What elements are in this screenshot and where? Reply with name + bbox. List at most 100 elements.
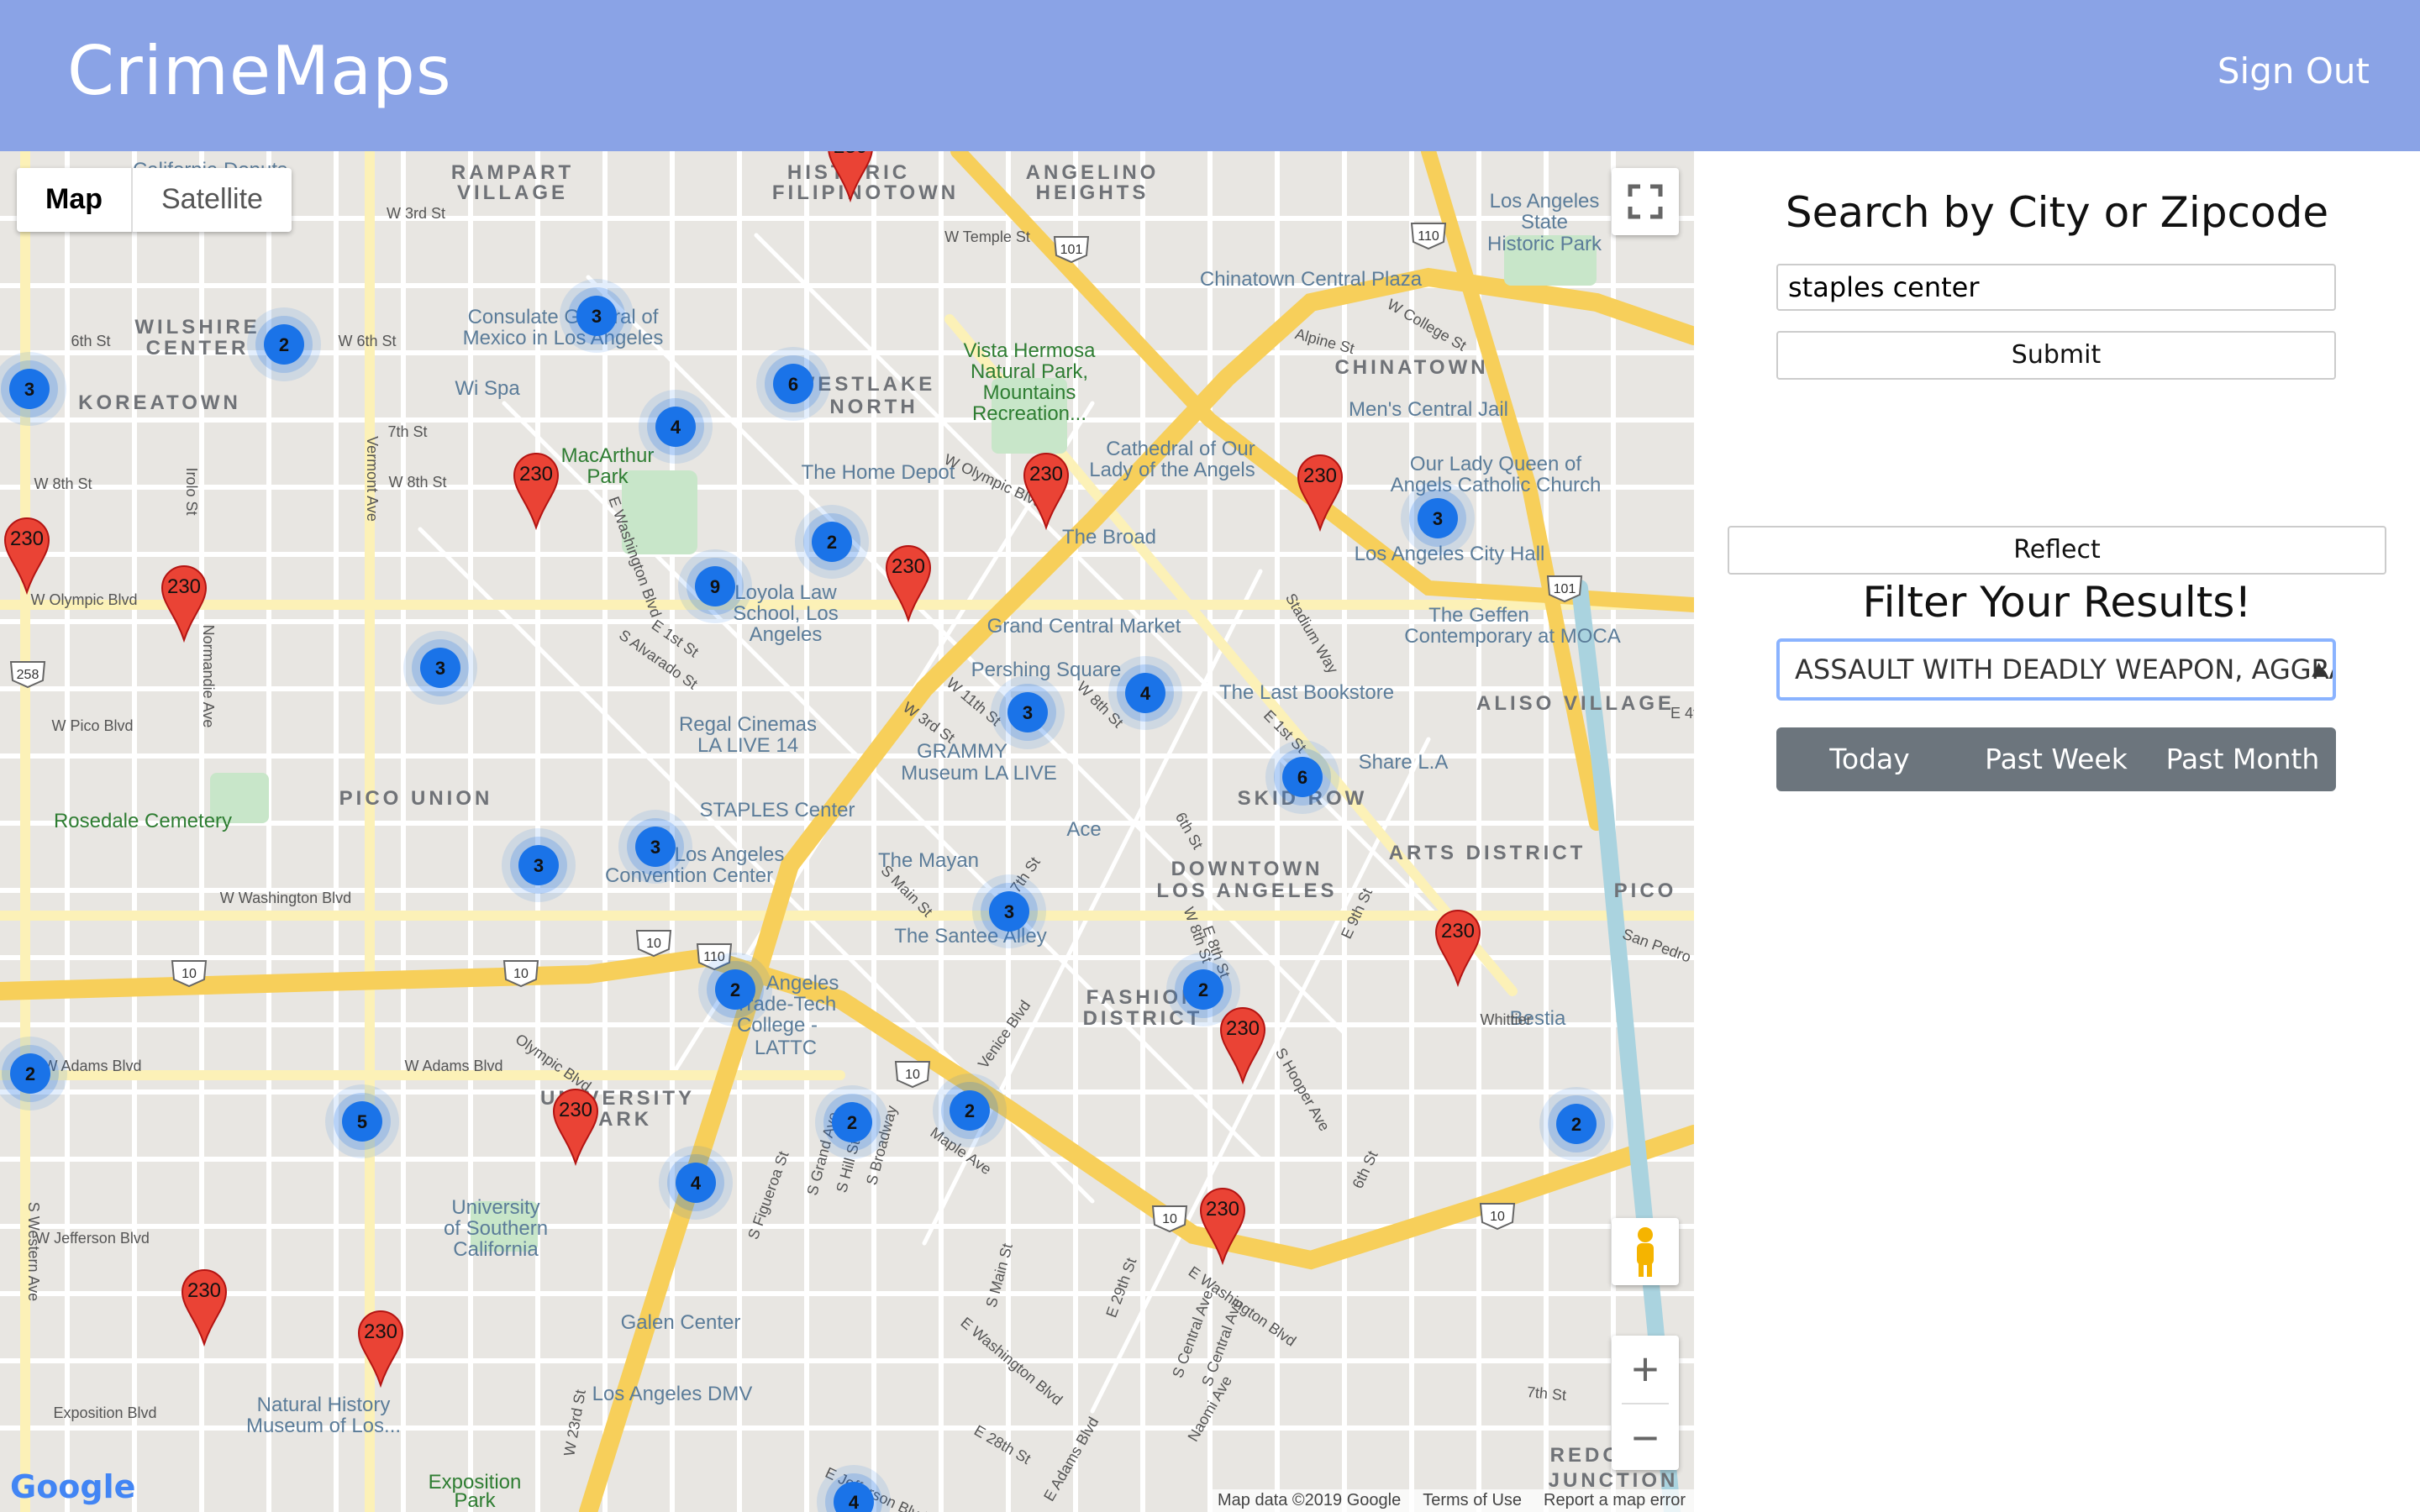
street-view-pegman-button[interactable] — [1612, 1218, 1679, 1285]
cluster-marker[interactable]: 2 — [815, 1085, 889, 1159]
crime-pin-marker[interactable]: 230 — [513, 453, 560, 531]
cluster-count: 6 — [788, 374, 798, 395]
map-label: 7th St — [1526, 1383, 1567, 1404]
crime-pin-marker[interactable]: 230 — [3, 517, 50, 596]
map-label: S Main St — [982, 1242, 1016, 1310]
report-map-error-link[interactable]: Report a map error — [1544, 1491, 1686, 1510]
highway-shield-label: 258 — [17, 668, 39, 682]
cluster-marker[interactable]: 2 — [795, 505, 869, 579]
pin-label: 230 — [1303, 465, 1337, 487]
cluster-count: 2 — [1571, 1114, 1581, 1135]
cluster-marker[interactable]: 2 — [933, 1074, 1007, 1147]
map-label: W Jefferson Blvd — [35, 1230, 150, 1247]
map-label: RAMPART — [451, 161, 574, 184]
map-label: 6th St — [1349, 1148, 1381, 1191]
crime-type-select[interactable]: ASSAULT WITH DEADLY WEAPON, AGGRAVATED A… — [1776, 638, 2336, 701]
cluster-marker[interactable]: 3 — [502, 828, 576, 902]
cluster-count: 2 — [730, 979, 740, 1000]
map-canvas[interactable]: California DonutsRAMPARTVILLAGEHISTORICF… — [0, 151, 1694, 1512]
cluster-count: 2 — [827, 532, 837, 553]
map-label: Los Angeles — [1490, 190, 1600, 213]
map-label: Museum of Los... — [246, 1415, 401, 1437]
app-header: CrimeMaps Sign Out — [0, 0, 2420, 151]
cluster-marker[interactable]: 2 — [1539, 1087, 1613, 1161]
map-label: DOWNTOWN — [1171, 858, 1323, 880]
search-input[interactable]: staples center — [1776, 264, 2336, 311]
cluster-count: 4 — [849, 1492, 860, 1512]
map-label: E 29th St — [1102, 1256, 1139, 1320]
pin-label: 230 — [167, 575, 201, 598]
cluster-count: 2 — [965, 1100, 975, 1121]
past-week-button[interactable]: Past Week — [1963, 727, 2149, 791]
map-label: Park — [454, 1489, 496, 1512]
map-label: San Pedro St — [1620, 926, 1694, 972]
search-title: Search by City or Zipcode — [1785, 188, 2329, 237]
cluster-marker[interactable]: 4 — [1108, 656, 1182, 730]
crime-pin-marker[interactable]: 230 — [552, 1089, 599, 1167]
map-label: Los Angeles DMV — [592, 1383, 753, 1405]
cluster-count: 3 — [1004, 901, 1014, 922]
cluster-marker[interactable]: 6 — [1265, 740, 1339, 814]
cluster-count: 2 — [25, 1063, 35, 1084]
map-type-map-button[interactable]: Map — [17, 168, 133, 232]
fullscreen-button[interactable] — [1612, 168, 1679, 235]
cluster-marker[interactable]: 2 — [0, 1037, 67, 1110]
cluster-marker[interactable]: 2 — [698, 953, 772, 1026]
cluster-marker[interactable]: 3 — [972, 874, 1046, 948]
zoom-out-button[interactable]: − — [1612, 1404, 1679, 1472]
pin-label: 230 — [364, 1320, 397, 1343]
cluster-marker[interactable]: 3 — [1401, 481, 1475, 555]
map-label: Regal Cinemas — [679, 713, 817, 736]
cluster-marker[interactable]: 4 — [639, 390, 713, 464]
cluster-marker[interactable]: 3 — [403, 631, 477, 705]
map-label: Share L.A — [1359, 751, 1449, 774]
map-label: Normandie Ave — [200, 625, 217, 728]
highway-shield-label: 101 — [1060, 243, 1083, 257]
cluster-marker[interactable]: 3 — [991, 675, 1065, 749]
past-month-button[interactable]: Past Month — [2149, 727, 2336, 791]
select-caret-icon: ▲▼ — [2312, 659, 2326, 680]
brand-title[interactable]: CrimeMaps — [67, 32, 452, 110]
map-type-satellite-button[interactable]: Satellite — [133, 168, 292, 232]
cluster-marker[interactable]: 3 — [560, 279, 634, 353]
zoom-in-button[interactable]: + — [1612, 1336, 1679, 1403]
crime-pin-marker[interactable]: 230 — [1434, 910, 1481, 988]
map-label: LA LIVE 14 — [697, 734, 798, 757]
terms-of-use-link[interactable]: Terms of Use — [1423, 1491, 1522, 1510]
cluster-marker[interactable]: 3 — [618, 810, 692, 884]
map-label: Whittier — [1480, 1011, 1531, 1028]
crime-pin-marker[interactable]: 230 — [1023, 453, 1070, 531]
cluster-marker[interactable]: 9 — [678, 549, 752, 623]
crime-map[interactable]: California DonutsRAMPARTVILLAGEHISTORICF… — [0, 151, 1694, 1512]
today-button[interactable]: Today — [1776, 727, 1963, 791]
map-label: W 6th St — [338, 333, 396, 349]
sign-out-link[interactable]: Sign Out — [2217, 50, 2370, 92]
map-label: Vista Hermosa — [964, 339, 1097, 362]
cluster-count: 6 — [1297, 767, 1307, 788]
cluster-marker[interactable]: 4 — [659, 1146, 733, 1220]
cluster-marker[interactable]: 3 — [0, 352, 66, 426]
map-label: LATTC — [755, 1037, 817, 1059]
cluster-marker[interactable]: 2 — [247, 307, 321, 381]
reflect-button[interactable]: Reflect — [1728, 526, 2386, 575]
time-range-button-group: Today Past Week Past Month — [1776, 727, 2336, 791]
map-label: The Home Depot — [802, 461, 955, 484]
cluster-marker[interactable]: 5 — [325, 1084, 399, 1158]
map-label: W 23rd St — [560, 1389, 589, 1457]
highway-shield-label: 101 — [1554, 582, 1576, 596]
map-label: W Pico Blvd — [51, 717, 133, 734]
cluster-count: 3 — [1433, 508, 1443, 529]
map-label: University — [451, 1196, 539, 1219]
cluster-marker[interactable]: 6 — [756, 347, 830, 421]
crime-pin-marker[interactable]: 230 — [1219, 1007, 1266, 1085]
map-label: LOS ANGELES — [1156, 879, 1337, 902]
map-label: CHINATOWN — [1334, 356, 1488, 379]
map-label: Venice Blvd — [975, 997, 1034, 1072]
crime-pin-marker[interactable]: 230 — [181, 1269, 228, 1347]
map-label: Cathedral of Our — [1106, 438, 1255, 460]
highway-shield-label: 10 — [1490, 1210, 1505, 1224]
map-label: The Last Bookstore — [1219, 681, 1394, 704]
map-label: MacArthur — [561, 444, 655, 467]
submit-button[interactable]: Submit — [1776, 331, 2336, 380]
google-logo[interactable]: Google — [10, 1468, 135, 1505]
